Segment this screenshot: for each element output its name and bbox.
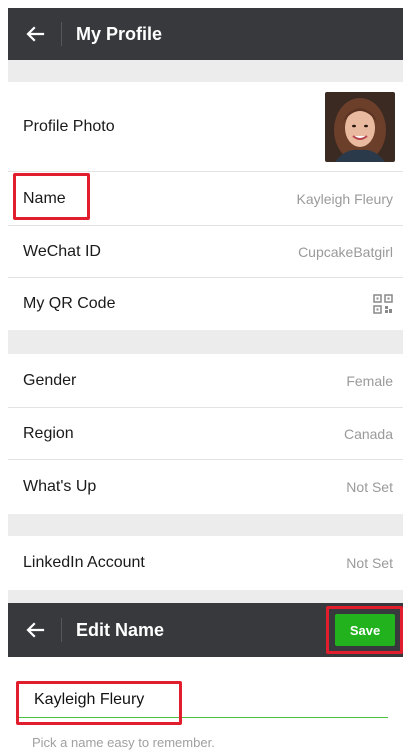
app-header: My Profile — [8, 8, 403, 60]
gender-value: Female — [346, 372, 393, 389]
wechat-id-label: WeChat ID — [23, 242, 101, 260]
qr-code-icon — [373, 294, 393, 314]
whats-up-label: What's Up — [23, 478, 97, 495]
header-divider — [61, 618, 62, 642]
linkedin-label: LinkedIn Account — [23, 554, 145, 571]
profile-photo-label: Profile Photo — [23, 117, 115, 135]
whats-up-value: Not Set — [346, 479, 393, 495]
wechat-id-value: CupcakeBatgirl — [298, 243, 393, 260]
qr-code-label: My QR Code — [23, 295, 116, 312]
save-highlight-box — [326, 606, 403, 654]
section-gap — [8, 514, 403, 536]
linkedin-row[interactable]: LinkedIn Account Not Set — [8, 536, 403, 590]
header-divider — [61, 22, 62, 46]
gender-label: Gender — [23, 371, 77, 389]
whats-up-row[interactable]: What's Up Not Set — [8, 460, 403, 514]
name-hint: Pick a name easy to remember. — [32, 735, 215, 750]
section-gap — [8, 590, 403, 603]
avatar[interactable] — [325, 91, 395, 162]
name-highlight-box — [13, 173, 90, 220]
gender-row[interactable]: Gender Female — [8, 354, 403, 408]
profile-photo-row[interactable]: Profile Photo — [8, 82, 403, 172]
name-value: Kayleigh Fleury — [296, 190, 394, 207]
arrow-left-icon — [26, 622, 45, 638]
section-gap — [8, 60, 403, 82]
region-row[interactable]: Region Canada — [8, 408, 403, 460]
section-gap — [8, 330, 403, 354]
page-title: My Profile — [76, 23, 163, 44]
region-label: Region — [23, 424, 74, 442]
region-value: Canada — [343, 425, 393, 442]
edit-name-title: Edit Name — [76, 619, 165, 640]
arrow-left-icon — [26, 26, 45, 42]
qr-code-row[interactable]: My QR Code — [8, 278, 403, 330]
back-button[interactable] — [8, 8, 62, 60]
edit-back-button[interactable] — [8, 604, 62, 656]
wechat-id-row[interactable]: WeChat ID CupcakeBatgirl — [8, 226, 403, 278]
input-highlight-box — [16, 681, 182, 725]
linkedin-value: Not Set — [346, 555, 393, 571]
